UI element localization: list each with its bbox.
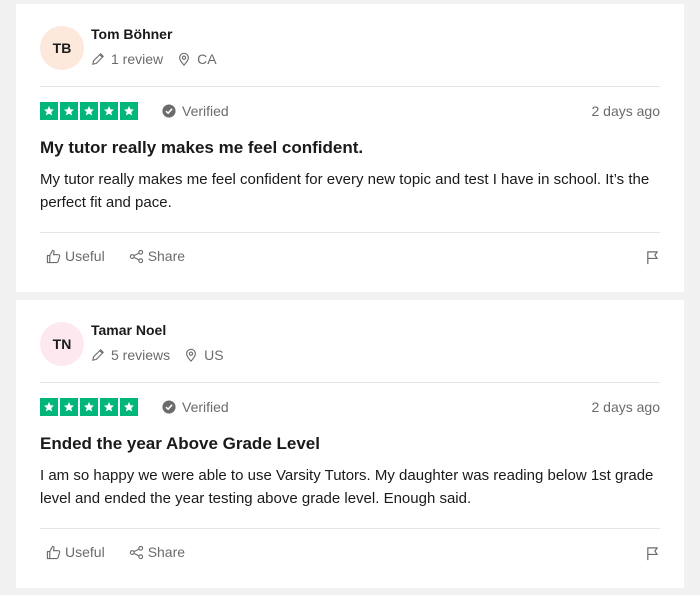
reviewer-name[interactable]: Tamar Noel xyxy=(91,322,166,338)
footer-divider xyxy=(40,528,660,529)
review-actions: Useful Share xyxy=(46,248,209,264)
review-count: 5 reviews xyxy=(111,347,171,363)
star-icon xyxy=(100,102,118,120)
star-icon xyxy=(80,102,98,120)
rating-row: Verified 2 days ago xyxy=(40,102,660,132)
footer-divider xyxy=(40,232,660,233)
reviewer-location: CA xyxy=(177,51,217,67)
review-card: TB Tom Böhner 1 review CA Verified 2 day… xyxy=(16,4,684,292)
location-label: CA xyxy=(197,51,217,67)
review-body: I am so happy we were able to use Varsit… xyxy=(40,467,654,507)
share-icon xyxy=(129,545,143,559)
flag-icon[interactable] xyxy=(645,546,660,561)
reviewer-location: US xyxy=(184,347,224,363)
review-actions: Useful Share xyxy=(46,544,209,560)
star-icon xyxy=(60,102,78,120)
share-label: Share xyxy=(147,544,186,560)
useful-button[interactable]: Useful xyxy=(46,248,105,264)
reviewer-meta: 5 reviews US xyxy=(91,347,224,363)
share-button[interactable]: Share xyxy=(129,248,185,264)
location-label: US xyxy=(204,347,224,363)
share-button[interactable]: Share xyxy=(129,544,185,560)
header-divider xyxy=(40,86,660,87)
review-date: 2 days ago xyxy=(591,399,661,415)
review-title[interactable]: Ended the year Above Grade Level xyxy=(40,434,660,460)
pencil-icon xyxy=(92,349,104,361)
review-title[interactable]: My tutor really makes me feel confident. xyxy=(40,138,660,164)
verified-check-icon xyxy=(162,104,176,118)
thumbs-up-icon xyxy=(46,545,61,559)
header-divider xyxy=(40,382,660,383)
review-count: 1 review xyxy=(111,51,164,67)
review-body: My tutor really makes me feel confident … xyxy=(40,171,650,211)
useful-button[interactable]: Useful xyxy=(46,544,105,560)
review-date: 2 days ago xyxy=(591,103,661,119)
verified-check-icon xyxy=(162,400,176,414)
star-icon xyxy=(100,398,118,416)
share-label: Share xyxy=(147,248,186,264)
star-icon xyxy=(80,398,98,416)
verified-badge[interactable]: Verified xyxy=(162,103,229,119)
rating-row: Verified 2 days ago xyxy=(40,398,660,428)
reviewer-header: TB Tom Böhner 1 review CA xyxy=(40,4,660,86)
thumbs-up-icon xyxy=(46,249,61,263)
star-icon xyxy=(120,102,138,120)
avatar[interactable]: TN xyxy=(40,322,84,366)
star-rating xyxy=(40,102,138,120)
flag-icon[interactable] xyxy=(645,250,660,265)
star-icon xyxy=(120,398,138,416)
location-pin-icon xyxy=(186,348,197,362)
star-icon xyxy=(40,102,58,120)
star-icon xyxy=(40,398,58,416)
verified-label: Verified xyxy=(182,399,229,415)
avatar[interactable]: TB xyxy=(40,26,84,70)
pencil-icon xyxy=(92,53,104,65)
reviewer-header: TN Tamar Noel 5 reviews US xyxy=(40,300,660,382)
useful-label: Useful xyxy=(65,544,105,560)
location-pin-icon xyxy=(179,52,190,66)
star-icon xyxy=(60,398,78,416)
useful-label: Useful xyxy=(65,248,105,264)
verified-badge[interactable]: Verified xyxy=(162,399,229,415)
verified-label: Verified xyxy=(182,103,229,119)
review-card: TN Tamar Noel 5 reviews US Verified 2 da… xyxy=(16,300,684,588)
reviewer-name[interactable]: Tom Böhner xyxy=(91,26,172,42)
reviewer-meta: 1 review CA xyxy=(91,51,217,67)
star-rating xyxy=(40,398,138,416)
share-icon xyxy=(129,249,143,263)
review-feed: TB Tom Böhner 1 review CA Verified 2 day… xyxy=(0,0,700,595)
